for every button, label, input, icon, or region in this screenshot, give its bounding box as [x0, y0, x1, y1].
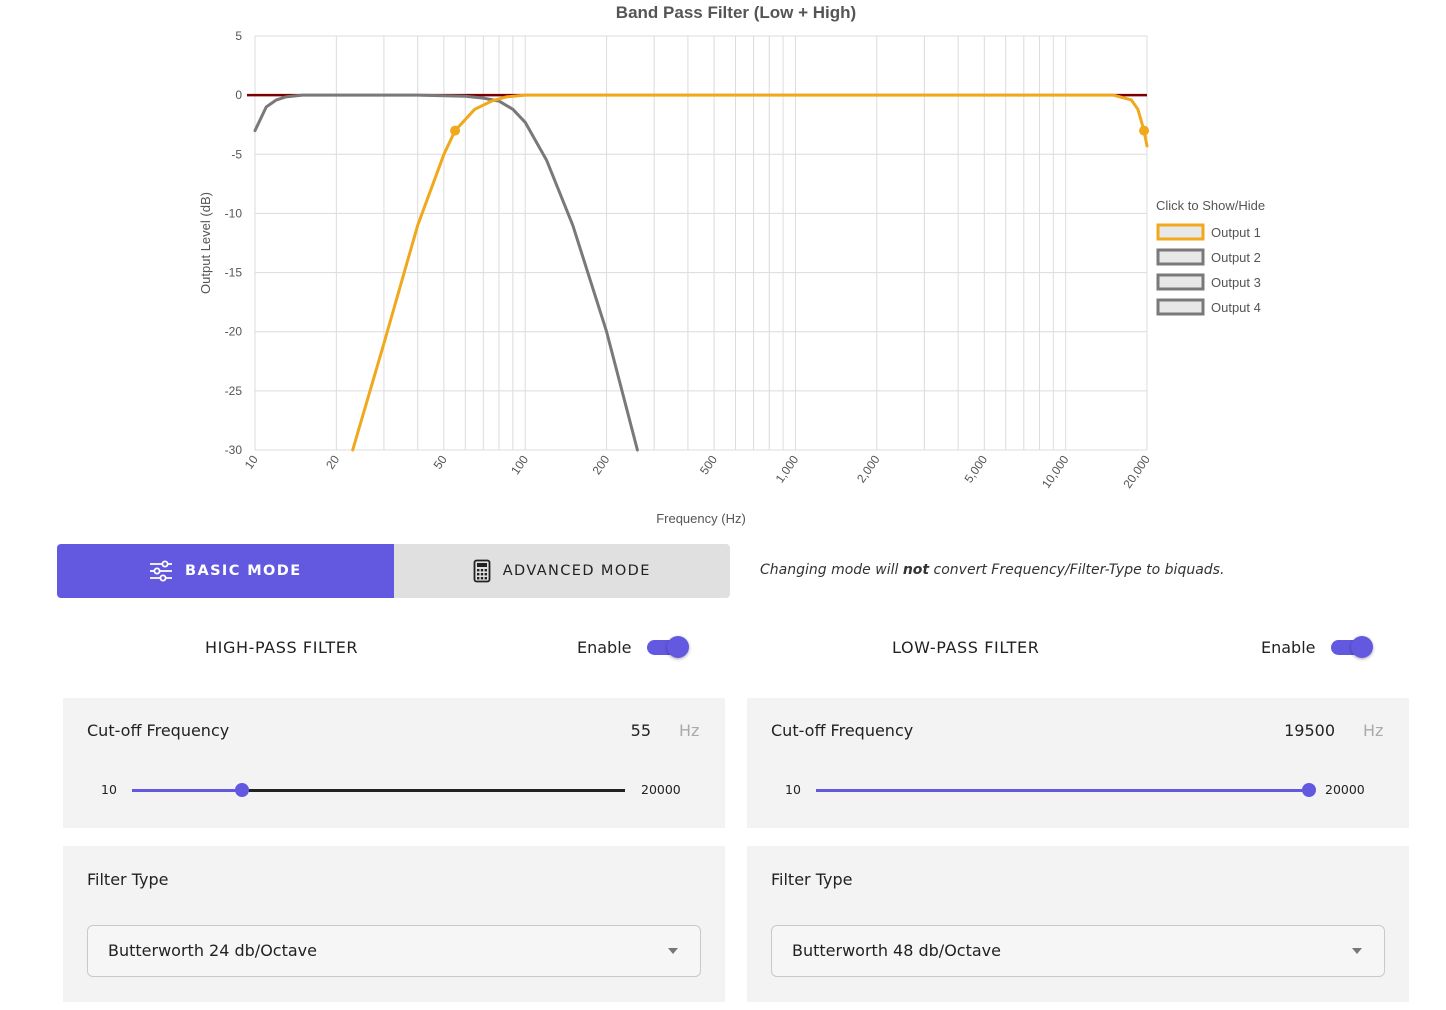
legend-item-output-4[interactable]: Output 4 — [1156, 298, 1261, 316]
basic-mode-label: BASIC MODE — [185, 563, 302, 579]
legend-label: Output 4 — [1211, 300, 1261, 315]
high-pass-filter-type-label: Filter Type — [87, 870, 169, 889]
x-tick-label: 5,000 — [962, 453, 991, 486]
y-tick-label: -25 — [225, 384, 243, 398]
low-pass-cutoff-panel: Cut-off Frequency 19500 Hz 10 20000 — [747, 698, 1409, 828]
legend-item-output-3[interactable]: Output 3 — [1156, 273, 1261, 291]
caret-down-icon — [1352, 948, 1362, 954]
low-pass-title: LOW-PASS FILTER — [892, 638, 1040, 657]
legend-swatch — [1156, 248, 1205, 266]
legend-label: Output 1 — [1211, 225, 1261, 240]
x-tick-label: 500 — [697, 453, 720, 478]
advanced-mode-button[interactable]: ADVANCED MODE — [393, 544, 730, 598]
legend-title: Click to Show/Hide — [1156, 198, 1265, 213]
toggle-thumb — [1351, 636, 1373, 658]
x-tick-label: 10 — [242, 453, 261, 472]
legend-swatch — [1156, 223, 1205, 241]
legend-item-output-1[interactable]: Output 1 — [1156, 223, 1261, 241]
x-tick-label: 10,000 — [1039, 453, 1072, 491]
high-pass-min-label: 10 — [101, 782, 117, 797]
low-pass-cutoff-value[interactable]: 19500 — [1247, 721, 1335, 740]
x-tick-label: 20 — [323, 453, 342, 472]
legend-item-output-2[interactable]: Output 2 — [1156, 248, 1261, 266]
high-pass-filter-type-panel: Filter Type Butterworth 24 db/Octave — [63, 846, 725, 1002]
low-pass-cutoff-label: Cut-off Frequency — [771, 721, 914, 740]
high-pass-filter-type-select[interactable]: Butterworth 24 db/Octave — [87, 925, 701, 977]
mode-selector: BASIC MODE ADVANCED MODE — [57, 544, 730, 598]
high-pass-cutoff-value[interactable]: 55 — [563, 721, 651, 740]
mode-note-start: Changing mode will — [760, 562, 903, 578]
cutoff-point-marker — [1139, 125, 1150, 136]
low-pass-filter-type-value: Butterworth 48 db/Octave — [792, 941, 1001, 960]
sliders-icon — [149, 560, 173, 582]
low-pass-enable-toggle[interactable] — [1331, 636, 1373, 658]
mode-change-note: Changing mode will not convert Frequency… — [760, 562, 1224, 578]
y-tick-label: 0 — [235, 88, 242, 102]
y-tick-label: -20 — [225, 325, 243, 339]
y-tick-label: 5 — [235, 29, 242, 43]
y-tick-label: -15 — [225, 266, 243, 280]
high-pass-enable-label: Enable — [577, 638, 632, 657]
high-pass-cutoff-slider[interactable] — [132, 783, 625, 797]
slider-fill — [816, 789, 1309, 792]
low-pass-cutoff-unit: Hz — [1363, 721, 1384, 740]
low-pass-filter-type-label: Filter Type — [771, 870, 853, 889]
high-pass-cutoff-label: Cut-off Frequency — [87, 721, 230, 740]
mode-note-emphasis: not — [902, 562, 930, 578]
low-pass-min-label: 10 — [785, 782, 801, 797]
low-pass-filter-type-select[interactable]: Butterworth 48 db/Octave — [771, 925, 1385, 977]
chart-title: Band Pass Filter (Low + High) — [616, 3, 856, 22]
y-axis-label: Output Level (dB) — [198, 192, 213, 294]
x-tick-label: 100 — [508, 453, 531, 478]
x-tick-label: 200 — [590, 453, 613, 478]
high-pass-filter-type-value: Butterworth 24 db/Octave — [108, 941, 317, 960]
slider-fill — [132, 789, 243, 792]
chart-legend[interactable]: Output 1 Output 2 Output 3 Output 4 — [1156, 223, 1261, 316]
high-pass-cutoff-panel: Cut-off Frequency 55 Hz 10 20000 — [63, 698, 725, 828]
slider-thumb[interactable] — [235, 783, 250, 797]
high-pass-cutoff-unit: Hz — [679, 721, 700, 740]
x-tick-label: 20,000 — [1120, 453, 1153, 491]
caret-down-icon — [668, 948, 678, 954]
y-tick-label: -30 — [225, 443, 243, 457]
low-pass-filter-type-panel: Filter Type Butterworth 48 db/Octave — [747, 846, 1409, 1002]
x-tick-label: 2,000 — [854, 453, 883, 486]
low-pass-max-label: 20000 — [1325, 782, 1365, 797]
low-pass-enable-label: Enable — [1261, 638, 1316, 657]
cutoff-point-marker — [450, 125, 461, 136]
low-pass-cutoff-slider[interactable] — [816, 783, 1316, 797]
x-tick-label: 50 — [431, 453, 450, 472]
toggle-thumb — [667, 636, 689, 658]
y-tick-label: -5 — [231, 147, 242, 161]
legend-label: Output 3 — [1211, 275, 1261, 290]
high-pass-enable-toggle[interactable] — [647, 636, 689, 658]
x-axis-label: Frequency (Hz) — [656, 511, 746, 526]
high-pass-max-label: 20000 — [641, 782, 681, 797]
slider-thumb[interactable] — [1302, 783, 1316, 797]
mode-note-end: convert Frequency/Filter-Type to biquads… — [929, 562, 1225, 578]
calculator-icon — [473, 559, 491, 583]
basic-mode-button[interactable]: BASIC MODE — [57, 544, 394, 598]
high-pass-title: HIGH-PASS FILTER — [205, 638, 359, 657]
x-tick-label: 1,000 — [773, 453, 802, 486]
chart-ticks: 50-5-10-15-20-25-3010 20 50 100 200 500 1,000 2… — [225, 29, 1153, 491]
legend-label: Output 2 — [1211, 250, 1261, 265]
frequency-response-chart: Band Pass Filter (Low + High) 50-5-10-15… — [198, 3, 1265, 526]
legend-swatch — [1156, 273, 1205, 291]
chart-grid — [247, 35, 1148, 451]
legend-swatch — [1156, 298, 1205, 316]
y-tick-label: -10 — [225, 206, 243, 220]
advanced-mode-label: ADVANCED MODE — [502, 563, 651, 579]
